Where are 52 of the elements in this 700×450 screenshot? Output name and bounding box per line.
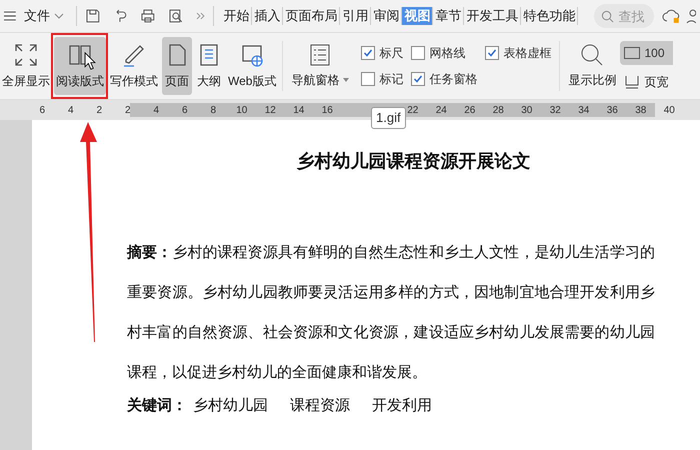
- ruler-number: 40: [662, 104, 676, 118]
- ruler-number: 32: [548, 104, 562, 118]
- actual-size-button[interactable]: 100: [620, 41, 672, 65]
- ruler-number: 10: [235, 104, 248, 118]
- navigation-pane-button[interactable]: 导航窗格: [287, 33, 354, 99]
- ruler-number: 2: [95, 104, 104, 118]
- ruler-number: 4: [66, 104, 75, 118]
- keywords-label: 关键词：: [127, 396, 187, 416]
- ruler-number: 14: [292, 104, 306, 118]
- view-mode-button[interactable]: 阅读版式: [54, 37, 106, 95]
- abstract-paragraph: 摘要：乡村的课程资源具有鲜明的自然生态性和乡土人文性，是幼儿生活学习的重要资源。乡村幼儿园教师要灵活运用多样的方式，因地制宜地合理开发利用乡村丰富的自然资源、社会资源和文化资源，建设适应乡村幼儿发展需要的幼儿园课程，以促进乡村幼儿的全面健康和谐发展。: [127, 243, 655, 383]
- checkbox-label: 任务窗格: [429, 71, 478, 88]
- view-mode-button[interactable]: 页面: [162, 37, 192, 95]
- ruler-number: 2: [124, 104, 132, 118]
- ruler-number: 22: [406, 104, 420, 118]
- zoom-ratio-button[interactable]: 显示比例: [568, 33, 616, 99]
- ruler-number: 16: [320, 104, 334, 118]
- ribbon-tab[interactable]: 插入: [252, 7, 284, 25]
- ribbon-tab[interactable]: 引用: [340, 7, 372, 25]
- keyword: 课程资源: [290, 396, 350, 416]
- checkbox-label: 网格线: [429, 45, 466, 62]
- ruler-number: 6: [180, 104, 189, 118]
- view-mode-button[interactable]: 写作模式: [108, 37, 160, 95]
- ruler-number: 24: [434, 104, 448, 118]
- ribbon-tab[interactable]: 特色功能: [521, 7, 578, 25]
- ruler-number: 4: [152, 104, 160, 118]
- ribbon-tab[interactable]: 开始: [221, 7, 252, 25]
- ribbon-tab[interactable]: 页面布局: [283, 7, 340, 25]
- ribbon-tab[interactable]: 章节: [433, 7, 464, 25]
- page-width-button[interactable]: 页宽: [620, 73, 672, 91]
- view-mode-button[interactable]: Web版式: [226, 37, 278, 95]
- ruler-number: 8: [209, 104, 218, 118]
- view-mode-button[interactable]: 大纲: [194, 37, 224, 95]
- tooltip: 1.gif: [371, 107, 406, 128]
- ruler-number: 12: [264, 104, 277, 118]
- ruler-number: 26: [463, 104, 476, 118]
- keyword: 乡村幼儿园: [193, 396, 268, 416]
- checkbox-label: 标记: [379, 71, 404, 88]
- ribbon-tab[interactable]: 开发工具: [464, 7, 522, 25]
- ruler-number: 30: [520, 104, 534, 118]
- view-mode-button[interactable]: 全屏显示: [0, 37, 52, 95]
- ruler-number: 28: [492, 104, 505, 118]
- ruler-number: 36: [606, 104, 619, 118]
- file-menu[interactable]: 文件: [20, 6, 68, 26]
- document-title: 乡村幼儿园课程资源开展论文: [296, 150, 532, 173]
- search-field[interactable]: 查找: [594, 4, 654, 28]
- ruler-number: 34: [577, 104, 590, 118]
- keyword: 开发利用: [372, 396, 432, 416]
- checkbox-label: 表格虚框: [503, 45, 552, 62]
- ruler-number: 6: [38, 104, 46, 118]
- checkbox-label: 标尺: [379, 45, 404, 62]
- ruler-number: 38: [634, 104, 648, 118]
